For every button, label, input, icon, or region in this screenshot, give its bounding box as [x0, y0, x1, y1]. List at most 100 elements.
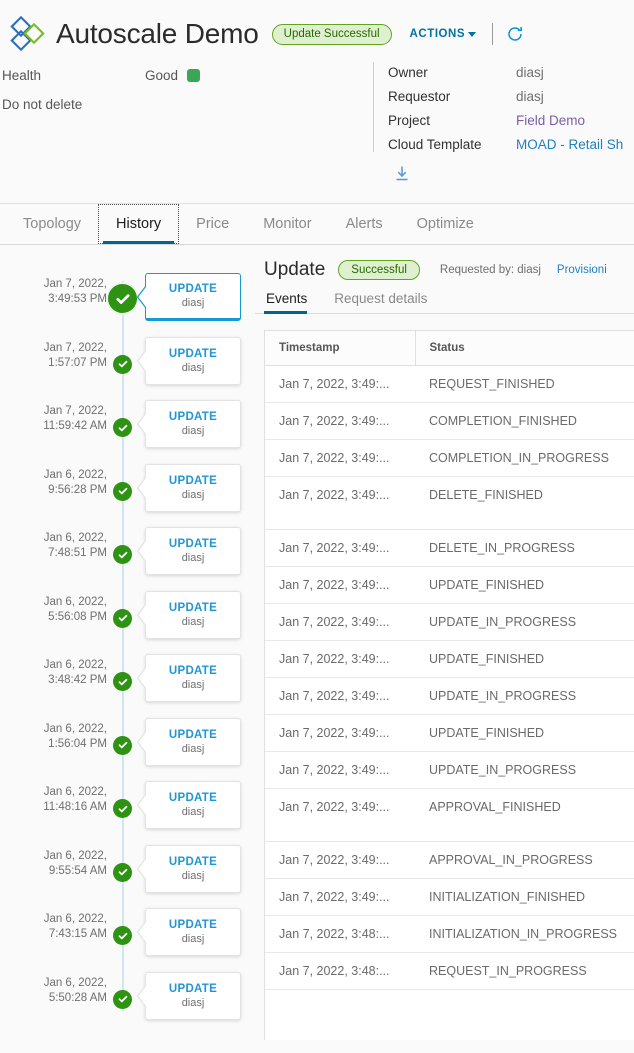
- timeline-card-user: diasj: [182, 679, 205, 691]
- timeline-event-card[interactable]: UPDATEdiasj: [145, 591, 241, 639]
- tab-alerts[interactable]: Alerts: [329, 204, 400, 244]
- cell-status: DELETE_FINISHED: [415, 477, 634, 530]
- cell-status: UPDATE_IN_PROGRESS: [415, 678, 634, 715]
- cell-timestamp: Jan 7, 2022, 3:49:...: [265, 752, 415, 789]
- cell-status: REQUEST_FINISHED: [415, 366, 634, 403]
- download-row: [388, 165, 634, 187]
- tab-monitor[interactable]: Monitor: [246, 204, 328, 244]
- events-table: Timestamp Status Jan 7, 2022, 3:49:...RE…: [265, 331, 634, 990]
- timeline-item[interactable]: Jan 6, 2022,7:43:15 AMUPDATEdiasj: [0, 904, 255, 968]
- cell-timestamp: Jan 7, 2022, 3:49:...: [265, 403, 415, 440]
- timeline-item[interactable]: Jan 6, 2022,1:56:04 PMUPDATEdiasj: [0, 714, 255, 778]
- cell-timestamp: Jan 7, 2022, 3:49:...: [265, 366, 415, 403]
- tab-topology-label: Topology: [23, 216, 81, 232]
- timeline-item[interactable]: Jan 6, 2022,9:56:28 PM UPDATEdiasj: [0, 460, 255, 524]
- tab-price[interactable]: Price: [179, 204, 246, 244]
- requestor-label: Requestor: [388, 89, 516, 104]
- table-row[interactable]: Jan 7, 2022, 3:49:...REQUEST_FINISHED: [265, 366, 634, 403]
- timeline-item-timestamp: Jan 6, 2022,7:48:51 PM: [0, 531, 107, 561]
- tab-request-details[interactable]: Request details: [332, 291, 438, 313]
- timeline-event-card[interactable]: UPDATEdiasj: [145, 718, 241, 766]
- refresh-icon[interactable]: [506, 25, 524, 43]
- timeline-item[interactable]: Jan 6, 2022,3:48:42 PM UPDATEdiasj: [0, 650, 255, 714]
- timeline-event-card[interactable]: UPDATEdiasj: [145, 845, 241, 893]
- three-diamonds-logo: [10, 15, 50, 53]
- timeline-item-time: 7:43:15 AM: [0, 927, 107, 942]
- cell-timestamp: Jan 7, 2022, 3:49:...: [265, 530, 415, 567]
- table-row[interactable]: Jan 7, 2022, 3:49:...UPDATE_IN_PROGRESS: [265, 752, 634, 789]
- table-row[interactable]: Jan 7, 2022, 3:49:...UPDATE_FINISHED: [265, 641, 634, 678]
- app-root: Autoscale Demo Update Successful ACTIONS…: [0, 0, 634, 1053]
- timeline-event-card[interactable]: UPDATEdiasj: [145, 972, 241, 1020]
- project-link[interactable]: Field Demo: [516, 113, 585, 128]
- timeline-item[interactable]: Jan 6, 2022,9:55:54 AMUPDATEdiasj: [0, 841, 255, 905]
- cell-status: UPDATE_IN_PROGRESS: [415, 752, 634, 789]
- table-row[interactable]: Jan 7, 2022, 3:49:...UPDATE_IN_PROGRESS: [265, 604, 634, 641]
- timeline-card-user: diasj: [182, 806, 205, 818]
- tab-history[interactable]: History: [98, 204, 179, 244]
- timeline-card-user: diasj: [182, 489, 205, 501]
- timeline-item-timestamp: Jan 6, 2022,5:50:28 AM: [0, 976, 107, 1006]
- timeline-item[interactable]: Jan 6, 2022,7:48:51 PM UPDATEdiasj: [0, 523, 255, 587]
- summary-vertical-divider: [373, 62, 374, 152]
- timeline-event-card[interactable]: UPDATEdiasj: [145, 908, 241, 956]
- tab-events[interactable]: Events: [264, 291, 318, 313]
- timeline-card-notch: [137, 667, 146, 689]
- timeline-item-date: Jan 7, 2022,: [0, 341, 107, 356]
- requested-by-label: Requested by: diasj: [440, 264, 541, 276]
- history-timeline: Jan 7, 2022,3:49:53 PMUPDATEdiasjJan 7, …: [0, 245, 255, 1038]
- timeline-event-card[interactable]: UPDATEdiasj: [145, 464, 241, 512]
- table-row[interactable]: Jan 7, 2022, 3:49:...COMPLETION_IN_PROGR…: [265, 440, 634, 477]
- timeline-item[interactable]: Jan 6, 2022,11:48:16 AM UPDATE diasj: [0, 777, 255, 841]
- timeline-event-card[interactable]: UPDATEdiasj: [145, 337, 241, 385]
- tab-topology[interactable]: Topology: [6, 204, 98, 244]
- provisioning-link[interactable]: Provisioni: [557, 264, 607, 276]
- timeline-event-card[interactable]: UPDATEdiasj: [145, 654, 241, 702]
- timeline-item[interactable]: Jan 7, 2022,11:59:42 AMUPDATEdiasj: [0, 396, 255, 460]
- timeline-item-date: Jan 6, 2022,: [0, 722, 107, 737]
- timeline-item[interactable]: Jan 7, 2022,3:49:53 PMUPDATEdiasj: [0, 269, 255, 333]
- check-circle-icon: [113, 545, 132, 564]
- column-header-timestamp[interactable]: Timestamp: [265, 331, 415, 366]
- timeline-item-timestamp: Jan 6, 2022,9:56:28 PM: [0, 468, 107, 498]
- table-row[interactable]: Jan 7, 2022, 3:49:...UPDATE_IN_PROGRESS: [265, 678, 634, 715]
- check-circle-icon: [113, 863, 132, 882]
- timeline-item-date: Jan 6, 2022,: [0, 658, 107, 673]
- cloud-template-link[interactable]: MOAD - Retail Sh: [516, 137, 623, 152]
- timeline-item[interactable]: Jan 6, 2022,5:56:08 PM UPDATEdiasj: [0, 587, 255, 651]
- actions-menu-button[interactable]: ACTIONS: [410, 28, 477, 40]
- tab-optimize[interactable]: Optimize: [400, 204, 491, 244]
- table-row[interactable]: Jan 7, 2022, 3:49:...INITIALIZATION_FINI…: [265, 879, 634, 916]
- timeline-item-timestamp: Jan 6, 2022,5:56:08 PM: [0, 595, 107, 625]
- table-row[interactable]: Jan 7, 2022, 3:49:...UPDATE_FINISHED: [265, 715, 634, 752]
- timeline-item[interactable]: Jan 7, 2022,1:57:07 PMUPDATEdiasj: [0, 333, 255, 397]
- check-circle-icon: [113, 926, 132, 945]
- timeline-item[interactable]: Jan 6, 2022,5:50:28 AM UPDATEdiasj: [0, 968, 255, 1032]
- cell-timestamp: Jan 7, 2022, 3:49:...: [265, 879, 415, 916]
- column-header-status[interactable]: Status: [415, 331, 634, 366]
- table-row[interactable]: Jan 7, 2022, 3:49:...APPROVAL_FINISHED: [265, 789, 634, 842]
- table-row[interactable]: Jan 7, 2022, 3:49:...COMPLETION_FINISHED: [265, 403, 634, 440]
- timeline-item-timestamp: Jan 6, 2022,11:48:16 AM: [0, 785, 107, 815]
- check-circle-icon: [113, 799, 132, 818]
- status-badge: Update Successful: [272, 24, 392, 45]
- table-row[interactable]: Jan 7, 2022, 3:49:...DELETE_IN_PROGRESS: [265, 530, 634, 567]
- table-row[interactable]: Jan 7, 2022, 3:49:...UPDATE_FINISHED: [265, 567, 634, 604]
- table-row[interactable]: Jan 7, 2022, 3:49:...APPROVAL_IN_PROGRES…: [265, 842, 634, 879]
- check-circle-icon: [113, 736, 132, 755]
- timeline-item-time: 11:48:16 AM: [0, 800, 107, 815]
- cell-timestamp: Jan 7, 2022, 3:49:...: [265, 842, 415, 879]
- timeline-card-operation: UPDATE: [169, 792, 217, 804]
- timeline-item-timestamp: Jan 6, 2022,3:48:42 PM: [0, 658, 107, 688]
- timeline-event-card[interactable]: UPDATEdiasj: [145, 273, 241, 321]
- timeline-event-card[interactable]: UPDATEdiasj: [145, 400, 241, 448]
- table-row[interactable]: Jan 7, 2022, 3:49:...DELETE_FINISHED: [265, 477, 634, 530]
- table-row[interactable]: Jan 7, 2022, 3:48:...REQUEST_IN_PROGRESS: [265, 953, 634, 990]
- download-icon[interactable]: [394, 165, 410, 187]
- timeline-event-card[interactable]: UPDATEdiasj: [145, 527, 241, 575]
- timeline-event-card[interactable]: UPDATE diasj: [145, 781, 241, 829]
- timeline-card-operation: UPDATE: [169, 602, 217, 614]
- timeline-card-operation: UPDATE: [169, 729, 217, 741]
- table-row[interactable]: Jan 7, 2022, 3:48:...INITIALIZATION_IN_P…: [265, 916, 634, 953]
- timeline-item-date: Jan 6, 2022,: [0, 785, 107, 800]
